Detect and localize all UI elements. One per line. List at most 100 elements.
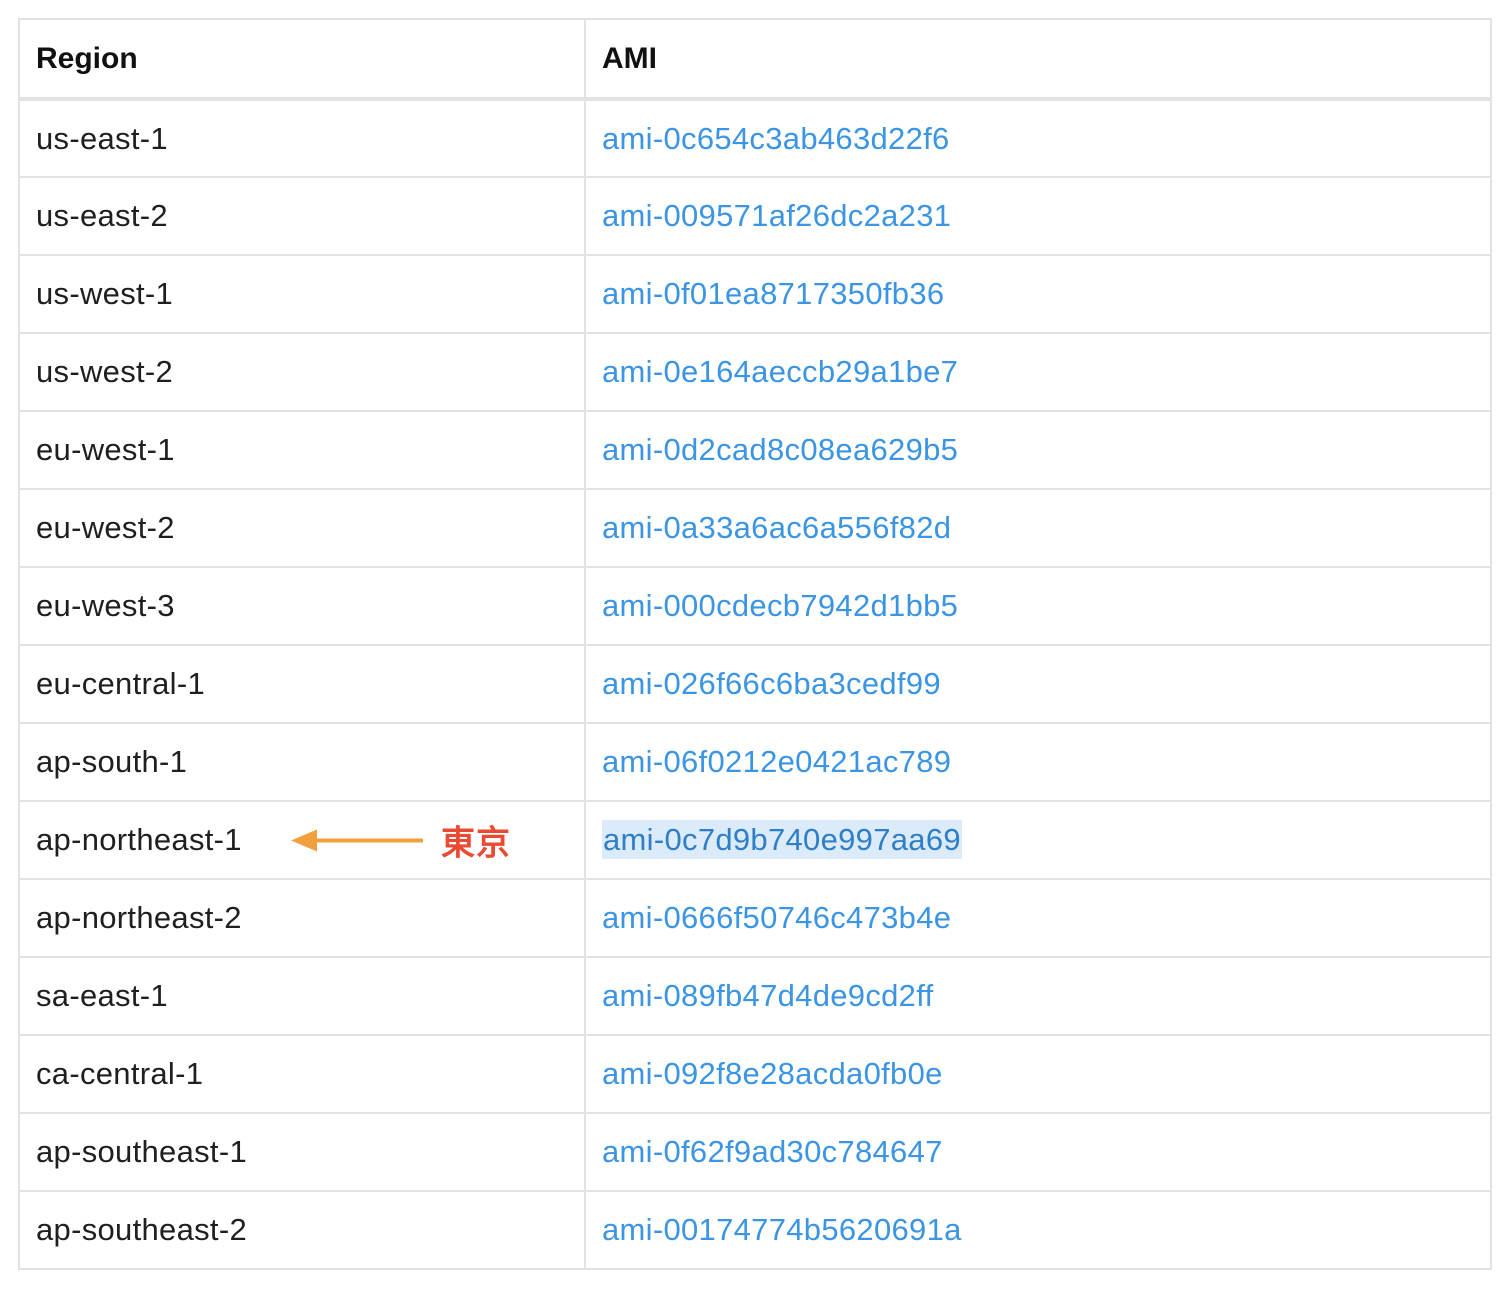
table-row: eu-central-1 ami-026f66c6ba3cedf99 <box>18 644 1492 724</box>
region-cell: eu-west-2 <box>18 488 586 568</box>
region-cell-content: eu-west-1 <box>36 432 568 468</box>
arrow-head <box>291 829 317 851</box>
column-header-region: Region <box>18 18 586 101</box>
table-row: us-west-1 ami-0f01ea8717350fb36 <box>18 254 1492 334</box>
region-cell-content: ap-northeast-1 東京 <box>36 822 568 863</box>
table-row: sa-east-1 ami-089fb47d4de9cd2ff <box>18 956 1492 1036</box>
table-body: us-east-1 ami-0c654c3ab463d22f6 us-east-2 a… <box>18 98 1492 1270</box>
region-cell-content: ap-south-1 <box>36 744 568 780</box>
region-cell: us-east-2 <box>18 176 586 256</box>
column-header-ami: AMI <box>584 18 1492 101</box>
ami-cell: ami-0c7d9b740e997aa69 <box>584 800 1492 880</box>
ami-link[interactable]: ami-0f62f9ad30c784647 <box>602 1134 943 1169</box>
table-row: us-west-2 ami-0e164aeccb29a1be7 <box>18 332 1492 412</box>
ami-cell: ami-089fb47d4de9cd2ff <box>584 956 1492 1036</box>
region-name: eu-west-2 <box>36 510 175 545</box>
ami-cell: ami-0e164aeccb29a1be7 <box>584 332 1492 412</box>
region-cell: sa-east-1 <box>18 956 586 1036</box>
region-cell: us-west-1 <box>18 254 586 334</box>
region-cell-content: ap-southeast-2 <box>36 1212 568 1248</box>
ami-cell: ami-06f0212e0421ac789 <box>584 722 1492 802</box>
region-name: ap-south-1 <box>36 744 188 779</box>
region-cell: ap-south-1 <box>18 722 586 802</box>
ami-cell: ami-092f8e28acda0fb0e <box>584 1034 1492 1114</box>
ami-cell: ami-026f66c6ba3cedf99 <box>584 644 1492 724</box>
region-cell: eu-west-3 <box>18 566 586 646</box>
region-name: us-east-2 <box>36 198 168 233</box>
region-name: us-west-2 <box>36 354 174 389</box>
region-cell-content: ap-northeast-2 <box>36 900 568 936</box>
region-name: us-west-1 <box>36 276 174 311</box>
ami-link[interactable]: ami-0c654c3ab463d22f6 <box>602 121 950 156</box>
ami-cell: ami-0f01ea8717350fb36 <box>584 254 1492 334</box>
ami-link[interactable]: ami-0e164aeccb29a1be7 <box>602 354 958 389</box>
ami-link[interactable]: ami-06f0212e0421ac789 <box>602 744 951 779</box>
region-name: ca-central-1 <box>36 1056 204 1091</box>
table-row: ap-southeast-1 ami-0f62f9ad30c784647 <box>18 1112 1492 1192</box>
region-cell-content: us-east-1 <box>36 121 568 157</box>
ami-link[interactable]: ami-009571af26dc2a231 <box>602 198 951 233</box>
ami-link[interactable]: ami-026f66c6ba3cedf99 <box>602 666 941 701</box>
table-row: ca-central-1 ami-092f8e28acda0fb0e <box>18 1034 1492 1114</box>
table-row: eu-west-1 ami-0d2cad8c08ea629b5 <box>18 410 1492 490</box>
region-cell: ap-southeast-1 <box>18 1112 586 1192</box>
region-cell-content: sa-east-1 <box>36 978 568 1014</box>
ami-cell: ami-0f62f9ad30c784647 <box>584 1112 1492 1192</box>
ami-cell: ami-0c654c3ab463d22f6 <box>584 98 1492 178</box>
region-name: eu-central-1 <box>36 666 206 701</box>
region-cell-content: us-west-1 <box>36 276 568 312</box>
ami-link[interactable]: ami-0666f50746c473b4e <box>602 900 951 935</box>
region-cell-content: ca-central-1 <box>36 1056 568 1092</box>
region-cell: eu-central-1 <box>18 644 586 724</box>
region-cell-content: us-west-2 <box>36 354 568 390</box>
table-header: Region AMI <box>18 18 1492 101</box>
ami-cell: ami-009571af26dc2a231 <box>584 176 1492 256</box>
region-name: ap-southeast-1 <box>36 1134 247 1169</box>
region-cell: ap-northeast-2 <box>18 878 586 958</box>
region-cell: us-west-2 <box>18 332 586 412</box>
region-name: ap-southeast-2 <box>36 1212 247 1247</box>
ami-cell: ami-0d2cad8c08ea629b5 <box>584 410 1492 490</box>
region-cell: ap-southeast-2 <box>18 1190 586 1270</box>
table-row: ap-northeast-2 ami-0666f50746c473b4e <box>18 878 1492 958</box>
region-cell: ap-northeast-1 東京 <box>18 800 586 880</box>
annotation-label: 東京 <box>441 824 511 863</box>
region-name: ap-northeast-1 <box>36 822 242 857</box>
region-cell: us-east-1 <box>18 98 586 178</box>
region-name: us-east-1 <box>36 120 168 156</box>
ami-link[interactable]: ami-0c7d9b740e997aa69 <box>602 820 962 859</box>
region-name: eu-west-1 <box>36 432 175 467</box>
region-name: ap-northeast-2 <box>36 900 242 935</box>
ami-cell: ami-000cdecb7942d1bb5 <box>584 566 1492 646</box>
region-cell-content: us-east-2 <box>36 198 568 234</box>
region-cell: ca-central-1 <box>18 1034 586 1114</box>
table-row: ap-northeast-1 東京 ami-0c7d9b740e997aa69 <box>18 800 1492 880</box>
table-row: ap-south-1 ami-06f0212e0421ac789 <box>18 722 1492 802</box>
region-name: eu-west-3 <box>36 588 175 623</box>
table-row: ap-southeast-2 ami-00174774b5620691a <box>18 1190 1492 1270</box>
table-row: us-east-1 ami-0c654c3ab463d22f6 <box>18 98 1492 178</box>
ami-link[interactable]: ami-000cdecb7942d1bb5 <box>602 588 958 623</box>
ami-region-table: Region AMI us-east-1 ami-0c654c3ab463d22f… <box>18 18 1492 1270</box>
table-row: eu-west-3 ami-000cdecb7942d1bb5 <box>18 566 1492 646</box>
ami-cell: ami-0666f50746c473b4e <box>584 878 1492 958</box>
region-cell: eu-west-1 <box>18 410 586 490</box>
ami-cell: ami-0a33a6ac6a556f82d <box>584 488 1492 568</box>
table-row: us-east-2 ami-009571af26dc2a231 <box>18 176 1492 256</box>
ami-link[interactable]: ami-00174774b5620691a <box>602 1212 962 1247</box>
ami-link[interactable]: ami-092f8e28acda0fb0e <box>602 1056 943 1091</box>
ami-link[interactable]: ami-0f01ea8717350fb36 <box>602 276 944 311</box>
arrow-left-icon <box>291 829 423 851</box>
ami-link[interactable]: ami-0d2cad8c08ea629b5 <box>602 432 958 467</box>
tokyo-annotation: 東京 <box>291 816 511 865</box>
region-cell-content: eu-central-1 <box>36 666 568 702</box>
region-cell-content: ap-southeast-1 <box>36 1134 568 1170</box>
region-cell-content: eu-west-2 <box>36 510 568 546</box>
ami-cell: ami-00174774b5620691a <box>584 1190 1492 1270</box>
ami-link[interactable]: ami-0a33a6ac6a556f82d <box>602 510 951 545</box>
header-row: Region AMI <box>18 18 1492 101</box>
ami-link[interactable]: ami-089fb47d4de9cd2ff <box>602 978 933 1013</box>
region-name: sa-east-1 <box>36 978 168 1013</box>
table-row: eu-west-2 ami-0a33a6ac6a556f82d <box>18 488 1492 568</box>
region-cell-content: eu-west-3 <box>36 588 568 624</box>
